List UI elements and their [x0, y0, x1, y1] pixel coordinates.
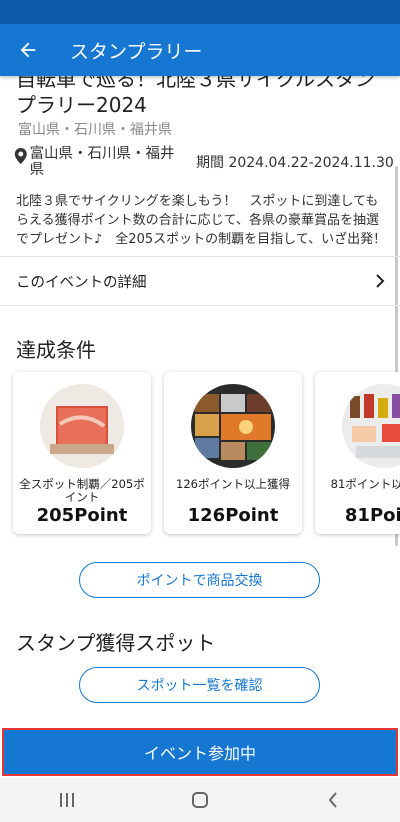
achievement-card[interactable]: 全スポット制覇／205ポイント 205Point	[13, 372, 151, 534]
point-exchange-button[interactable]: ポイントで商品交換	[79, 562, 320, 598]
achievement-points: 81Point	[344, 505, 400, 526]
achievement-card[interactable]: 126ポイント以上獲得 126Point	[164, 372, 302, 534]
map-pin-icon	[14, 148, 27, 164]
event-detail-label: このイベントの詳細	[16, 274, 147, 291]
event-content[interactable]: 自転車で巡る！北陸３県サイクルスタンプラリー2024 富山県・石川県・福井県 富…	[0, 76, 400, 728]
back-button[interactable]	[0, 24, 56, 76]
back-nav-button[interactable]	[303, 778, 363, 822]
chevron-right-icon	[376, 274, 385, 288]
achievement-caption: 全スポット制覇／205ポイント	[19, 477, 145, 504]
achievement-image	[342, 384, 400, 468]
recent-apps-button[interactable]	[37, 778, 97, 822]
home-icon	[191, 792, 208, 808]
event-location: 富山県・石川県・福井県	[14, 146, 184, 178]
arrow-left-icon	[20, 42, 36, 58]
event-detail-link[interactable]: このイベントの詳細	[0, 256, 400, 306]
chevron-left-icon	[328, 792, 338, 808]
recent-apps-icon	[59, 793, 74, 807]
home-button[interactable]	[170, 778, 230, 822]
spots-heading: スタンプ獲得スポット	[16, 631, 216, 655]
achievement-image	[191, 384, 275, 468]
achievement-card[interactable]: 81ポイント以上獲得 81Point	[315, 372, 400, 534]
achievement-caption: 126ポイント以上獲得	[176, 477, 290, 491]
event-title: 自転車で巡る！北陸３県サイクルスタンプラリー2024	[16, 76, 375, 117]
achievement-caption: 81ポイント以上獲得	[330, 477, 400, 491]
event-period: 期間 2024.04.22-2024.11.30	[196, 155, 394, 171]
achievement-carousel[interactable]: 全スポット制覇／205ポイント 205Point 126ポイント以上獲得 126…	[0, 372, 400, 537]
achievement-points: 126Point	[187, 505, 279, 526]
achievement-image	[40, 384, 124, 468]
event-participating-button[interactable]: イベント参加中	[2, 728, 398, 776]
location-text: 富山県・石川県・福井県	[29, 146, 175, 178]
app-bar-title: スタンプラリー	[70, 40, 203, 63]
system-nav-bar	[0, 778, 400, 822]
status-bar	[0, 0, 400, 24]
spot-list-button[interactable]: スポット一覧を確認	[79, 667, 320, 703]
achievement-heading: 達成条件	[16, 338, 96, 362]
event-prefectures: 富山県・石川県・福井県	[18, 122, 172, 138]
app-bar: スタンプラリー	[0, 24, 400, 76]
event-description: 北陸３県でサイクリングを楽しもう！ スポットに到達してもらえる獲得ポイント数の合…	[16, 194, 387, 247]
achievement-points: 205Point	[36, 505, 128, 526]
